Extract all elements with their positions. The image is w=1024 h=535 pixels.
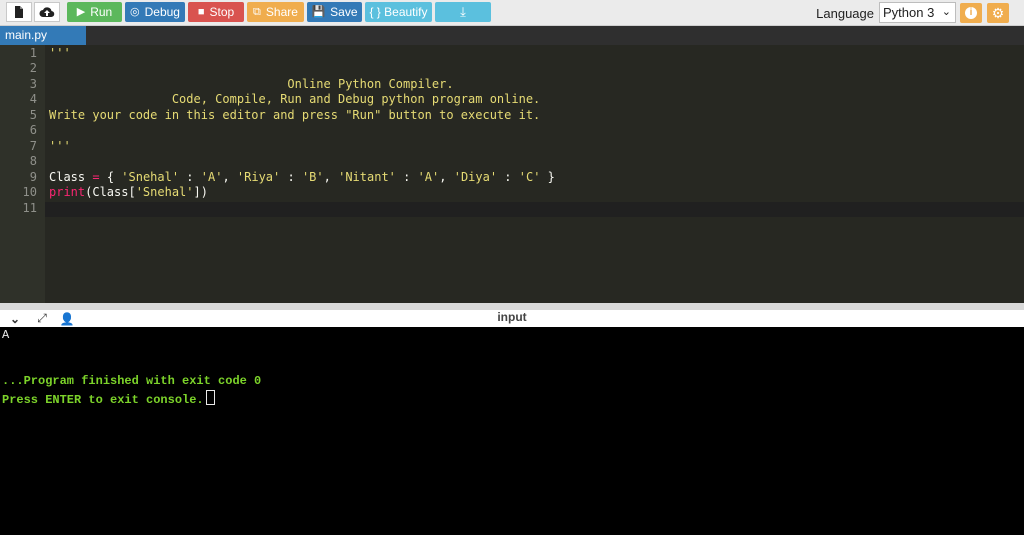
settings-button[interactable]: ⚙ [987, 3, 1009, 23]
line-number: 9 [29, 170, 37, 184]
cloud-upload-icon [39, 7, 55, 18]
line-number: 6 [29, 123, 37, 137]
code-line-9: Class = { 'Snehal' : 'A', 'Riya' : 'B', … [49, 170, 555, 185]
token: 'B' [301, 170, 324, 184]
beautify-button[interactable]: { } Beautify [365, 2, 432, 22]
save-label: Save [330, 5, 358, 19]
code-line-5: Write your code in this editor and press… [49, 108, 541, 122]
press-enter-text: Press ENTER to exit console. [2, 393, 204, 407]
download-button[interactable]: ⤓ [435, 2, 491, 22]
code-line-3: Online Python Compiler. [49, 77, 454, 91]
token: , [439, 170, 454, 184]
code-area[interactable]: ''' Online Python Compiler. Code, Compil… [49, 45, 1024, 303]
code-line-7: ''' [49, 139, 71, 153]
token: print [49, 185, 86, 199]
text-cursor [205, 390, 215, 405]
line-number: 4 [29, 92, 37, 106]
token: 'Nitant' [338, 170, 396, 184]
io-title: input [497, 310, 527, 324]
share-button[interactable]: ⧉ Share [247, 2, 304, 22]
code-line-1: ''' [49, 46, 71, 60]
run-label: Run [90, 5, 113, 19]
token: { [99, 170, 122, 184]
token: : [497, 170, 519, 184]
code-editor[interactable]: 1 2 3 4 5 6 7 8 9 10 11 ''' Online Pytho… [0, 45, 1024, 303]
line-gutter: 1 2 3 4 5 6 7 8 9 10 11 [0, 45, 45, 303]
token: 'A' [417, 170, 440, 184]
token: = [92, 170, 100, 184]
line-number: 8 [29, 154, 37, 168]
stop-icon: ■ [197, 6, 205, 18]
token: 'Snehal' [135, 185, 194, 199]
exit-message: ...Program finished with exit code 0 [2, 374, 262, 388]
line-number: 7 [29, 139, 37, 153]
debug-label: Debug [144, 5, 180, 19]
output-console[interactable]: A ...Program finished with exit code 0 P… [0, 327, 1024, 535]
save-icon: 💾 [311, 6, 326, 18]
token: , [323, 170, 339, 184]
beautify-label: { } Beautify [369, 5, 428, 19]
upload-button[interactable] [34, 2, 60, 22]
toolbar: ▶ Run ◎ Debug ■ Stop ⧉ Share 💾 Save { } … [0, 0, 1024, 26]
token: 'Riya' [236, 170, 281, 184]
token: : [179, 170, 201, 184]
io-header: ⌄ ⤢ 👤 input [0, 310, 1024, 328]
play-icon: ▶ [76, 6, 86, 18]
code-line-4: Code, Compile, Run and Debug python prog… [49, 92, 541, 106]
token: , [222, 170, 237, 184]
share-icon: ⧉ [253, 6, 261, 18]
new-file-icon [15, 6, 23, 18]
file-tabs: main.py [0, 26, 1024, 45]
token: } [540, 170, 555, 184]
line-number: 2 [29, 61, 37, 75]
token: ]) [193, 185, 208, 199]
stop-button[interactable]: ■ Stop [188, 2, 244, 22]
stop-label: Stop [209, 5, 235, 19]
token: Class [49, 170, 93, 184]
token: (Class[ [85, 185, 136, 199]
debug-icon: ◎ [130, 6, 140, 18]
line-number: 11 [22, 201, 37, 215]
language-value: Python 3 [883, 5, 935, 20]
press-enter-message: Press ENTER to exit console. [2, 390, 215, 407]
share-label: Share [265, 5, 298, 19]
token: 'Snehal' [121, 170, 180, 184]
token: 'A' [200, 170, 223, 184]
language-select[interactable]: Python 3 ⌄ [879, 2, 956, 23]
save-button[interactable]: 💾 Save [307, 2, 362, 22]
token: 'Diya' [453, 170, 498, 184]
run-button[interactable]: ▶ Run [67, 2, 122, 22]
panel-splitter[interactable] [0, 303, 1024, 310]
console-output: A [2, 328, 10, 342]
token: 'C' [518, 170, 541, 184]
debug-button[interactable]: ◎ Debug [125, 2, 185, 22]
gear-icon: ⚙ [991, 4, 1005, 21]
download-icon: ⤓ [460, 4, 466, 19]
new-file-button[interactable] [6, 2, 32, 22]
info-icon: i [965, 7, 977, 19]
line-number: 5 [29, 108, 37, 122]
tab-main-py[interactable]: main.py [0, 26, 86, 45]
tab-label: main.py [5, 28, 48, 42]
token: : [395, 170, 418, 184]
line-number: 3 [29, 77, 37, 91]
language-label: Language [816, 6, 874, 21]
line-number: 1 [29, 46, 37, 60]
info-button[interactable]: i [960, 3, 982, 23]
line-number: 10 [22, 185, 37, 199]
token: : [280, 170, 302, 184]
chevron-down-icon: ⌄ [941, 6, 951, 18]
code-line-10: print(Class['Snehal']) [49, 185, 208, 200]
